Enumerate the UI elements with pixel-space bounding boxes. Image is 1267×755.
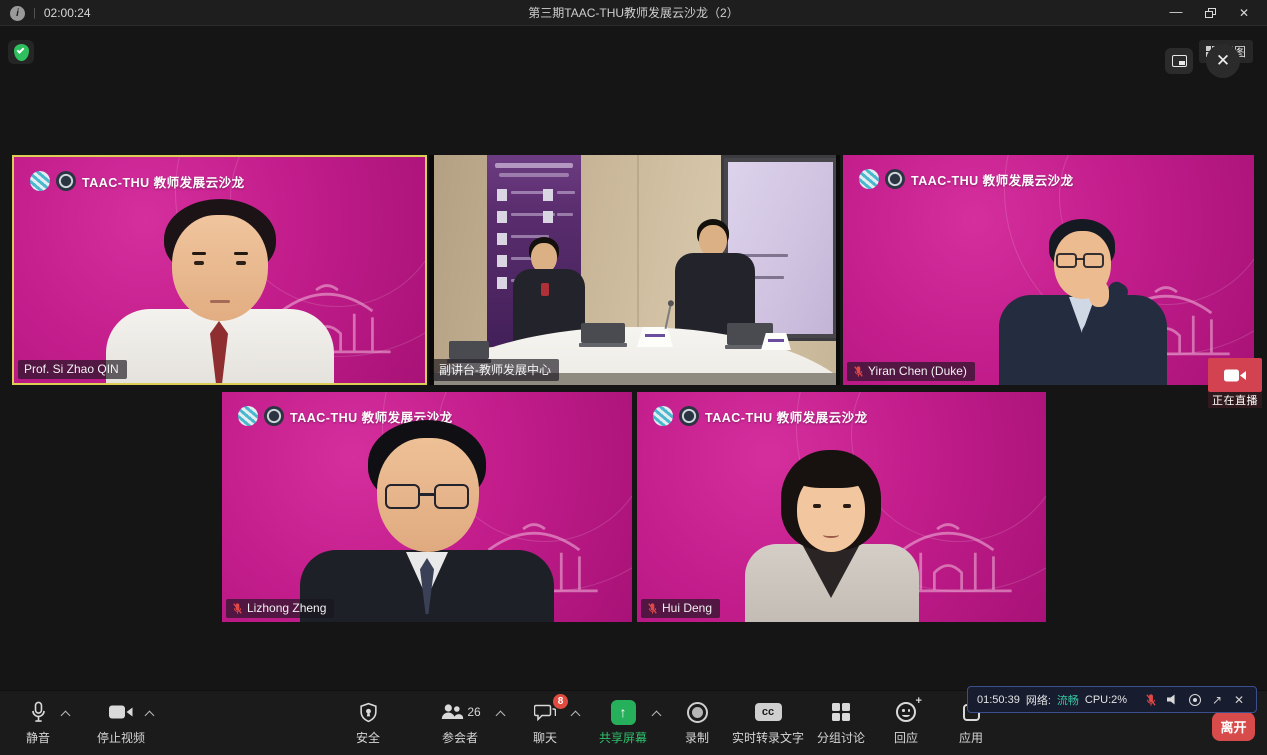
stats-settings-button[interactable] (1187, 694, 1203, 706)
cc-icon: cc (754, 703, 781, 721)
exit-fullscreen-button[interactable]: ✕ (1206, 44, 1240, 78)
muted-mic-icon (647, 602, 658, 615)
stats-muted-mic-button[interactable] (1143, 693, 1159, 707)
participants-icon (439, 703, 463, 721)
meeting-info-icon[interactable]: i (10, 6, 25, 21)
transcription-button[interactable]: cc 实时转录文字 (732, 700, 804, 746)
leave-button[interactable]: 离开 (1212, 712, 1255, 741)
room-video (429, 155, 840, 385)
transcription-label: 实时转录文字 (732, 729, 804, 746)
participant-video (637, 392, 1046, 622)
mute-button[interactable]: 静音 (26, 700, 50, 746)
record-label: 录制 (685, 729, 709, 746)
close-window-button[interactable]: ✕ (1229, 2, 1259, 24)
name-card (637, 327, 673, 347)
breakout-rooms-button[interactable]: 分组讨论 (817, 700, 865, 746)
participant-name-tag: Hui Deng (641, 599, 720, 618)
network-status: 流畅 (1057, 692, 1079, 708)
reactions-icon (896, 702, 916, 722)
video-tile-room[interactable]: 副讲台-教师发展中心 (429, 155, 840, 385)
restore-button[interactable] (1195, 2, 1225, 24)
plus-icon: + (916, 695, 922, 707)
participant-video (14, 157, 425, 383)
participant-name: 副讲台-教师发展中心 (439, 361, 551, 378)
participants-count: 26 (467, 705, 480, 719)
share-screen-label: 共享屏幕 (599, 729, 647, 746)
stop-video-button[interactable]: 停止视频 (97, 700, 145, 746)
shield-check-icon (14, 44, 29, 61)
live-camera-icon (1208, 358, 1262, 392)
video-tile-zheng[interactable]: TAAC-THU 教师发展云沙龙 Lizhong Zheng (222, 392, 632, 622)
mute-label: 静音 (26, 729, 50, 746)
video-tile-chen[interactable]: TAAC-THU 教师发展云沙龙 Yiran Chen (Duke) (843, 155, 1254, 385)
camera-icon (108, 704, 134, 720)
participant-name-tag: Prof. Si Zhao QIN (18, 360, 127, 379)
participant-name: Lizhong Zheng (247, 601, 326, 615)
muted-mic-icon (232, 602, 243, 615)
minimize-button[interactable]: — (1161, 2, 1191, 24)
shield-icon (358, 702, 377, 723)
minimize-to-pip-button[interactable] (1165, 48, 1193, 74)
breakout-icon (832, 703, 850, 721)
video-tile-qin[interactable]: TAAC-THU 教师发展云沙龙 Prof. Si Zhao QIN (12, 155, 427, 385)
participants-label: 参会者 (442, 729, 478, 746)
network-label: 网络: (1026, 692, 1051, 708)
record-button[interactable]: 录制 (685, 700, 709, 746)
meeting-timer: 02:00:24 (44, 6, 91, 20)
stop-video-label: 停止视频 (97, 729, 145, 746)
chat-button[interactable]: 8 聊天 (533, 700, 557, 746)
mic-icon (29, 701, 46, 723)
record-icon (686, 702, 707, 723)
security-button[interactable]: 安全 (356, 700, 380, 746)
share-screen-icon: ↑ (610, 700, 635, 725)
titlebar-separator: | (33, 7, 36, 19)
stats-popout-button[interactable]: ↗ (1209, 693, 1225, 707)
reactions-label: 回应 (894, 729, 918, 746)
video-tile-deng[interactable]: TAAC-THU 教师发展云沙龙 Hui Deng (637, 392, 1046, 622)
participant-name: Hui Deng (662, 601, 712, 615)
participant-name: Prof. Si Zhao QIN (24, 362, 119, 376)
participants-button[interactable]: 26 参会者 (439, 700, 480, 746)
share-screen-button[interactable]: ↑ 共享屏幕 (599, 700, 647, 746)
participant-name-tag: Lizhong Zheng (226, 599, 334, 618)
restore-icon (1205, 8, 1216, 18)
apps-label: 应用 (959, 729, 983, 746)
reactions-button[interactable]: + 回应 (894, 700, 918, 746)
title-bar: i | 02:00:24 第三期TAAC-THU教师发展云沙龙（2） — ✕ (0, 0, 1267, 26)
participant-name-tag: Yiran Chen (Duke) (847, 362, 975, 381)
picture-in-picture-icon (1172, 55, 1187, 67)
window-title: 第三期TAAC-THU教师发展云沙龙（2） (0, 4, 1267, 21)
breakout-label: 分组讨论 (817, 729, 865, 746)
muted-mic-icon (853, 365, 864, 378)
security-label: 安全 (356, 729, 380, 746)
stream-duration: 01:50:39 (977, 694, 1020, 706)
chat-label: 聊天 (533, 729, 557, 746)
participant-name: Yiran Chen (Duke) (868, 364, 967, 378)
cpu-usage: CPU:2% (1085, 694, 1127, 706)
participant-video (222, 392, 632, 622)
meeting-window: i | 02:00:24 第三期TAAC-THU教师发展云沙龙（2） — ✕ 视… (0, 0, 1267, 755)
name-card (761, 333, 791, 350)
participant-video (843, 155, 1254, 385)
chat-unread-badge: 8 (553, 694, 568, 709)
stats-speaker-button[interactable] (1165, 694, 1181, 705)
chat-icon (534, 703, 556, 722)
live-stream-badge: 正在直播 (1208, 358, 1262, 408)
security-shield-button[interactable] (8, 40, 34, 64)
stats-close-button[interactable]: ✕ (1231, 693, 1247, 707)
session-stats-panel: 01:50:39 网络: 流畅 CPU:2% ↗ ✕ (967, 686, 1257, 713)
participant-name-tag: 副讲台-教师发展中心 (433, 359, 559, 381)
live-label: 正在直播 (1208, 392, 1262, 408)
